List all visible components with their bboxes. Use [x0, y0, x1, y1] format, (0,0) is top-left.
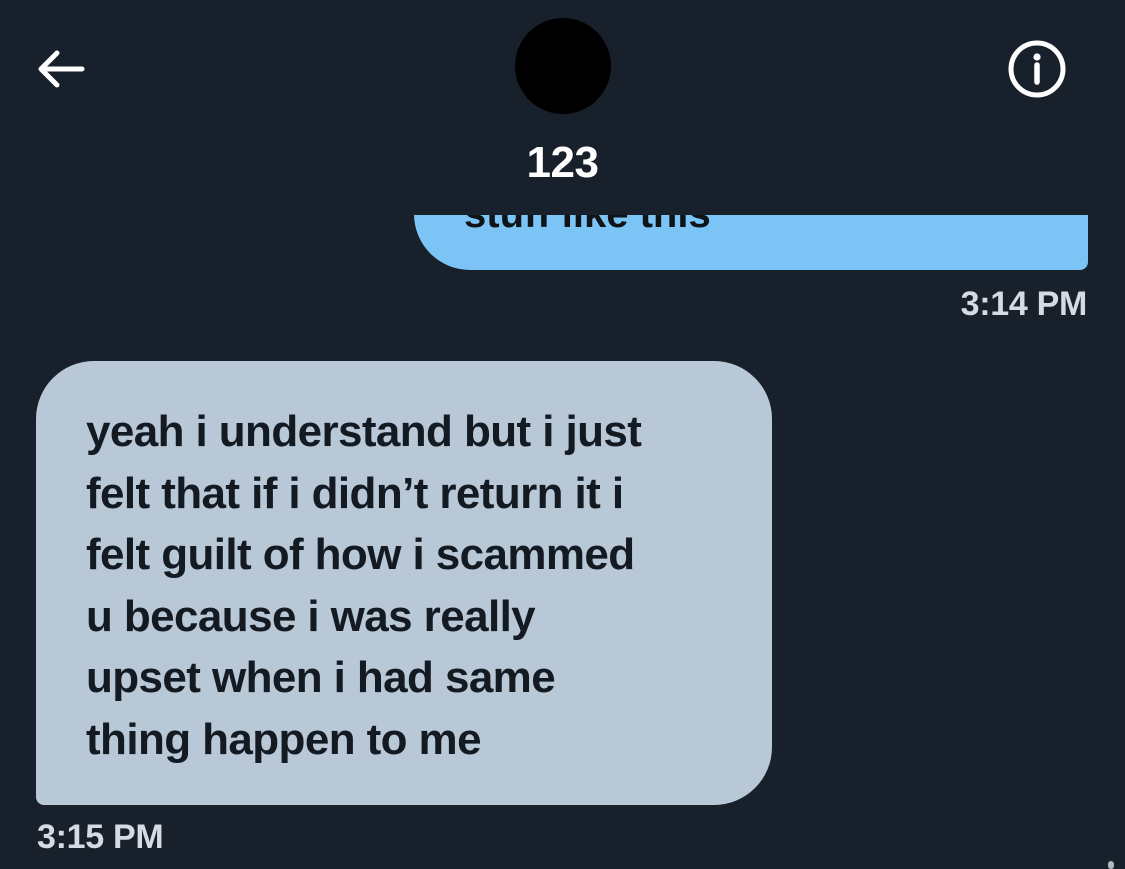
contact-avatar[interactable]	[515, 18, 611, 114]
message-line: felt that if i didn’t return it i	[86, 468, 624, 518]
message-line: felt guilt of how i scammed	[86, 530, 635, 579]
info-button[interactable]	[1004, 36, 1070, 102]
conversation-header: 123	[0, 0, 1125, 215]
received-message-timestamp: 3:15 PM	[37, 818, 164, 856]
sent-message-timestamp: 3:14 PM	[960, 285, 1088, 323]
received-message-bubble[interactable]: yeah i understand but i just felt that i…	[36, 361, 772, 805]
arrow-left-icon	[38, 50, 85, 88]
received-message-text: yeah i understand but i just felt that i…	[86, 401, 732, 770]
back-button[interactable]	[28, 36, 94, 102]
message-line: yeah i understand but i just	[86, 407, 642, 456]
info-circle-icon	[1008, 40, 1066, 98]
message-line: upset when i had same	[86, 653, 556, 702]
contact-name[interactable]: 123	[0, 138, 1125, 188]
scrollbar-thumb[interactable]	[1108, 861, 1114, 869]
message-line: u because i was really	[86, 591, 536, 641]
message-line: thing happen to me	[86, 714, 482, 764]
